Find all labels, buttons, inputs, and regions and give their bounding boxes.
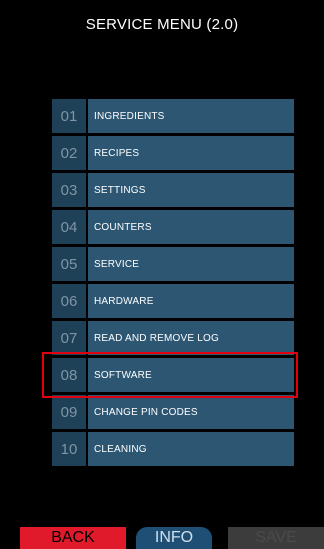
menu-item-label: SOFTWARE: [88, 358, 294, 392]
menu-item-hardware[interactable]: 06 HARDWARE: [52, 284, 294, 318]
menu-item-label: CHANGE PIN CODES: [88, 395, 294, 429]
menu-item-read-and-remove-log[interactable]: 07 READ AND REMOVE LOG: [52, 321, 294, 355]
menu-item-number: 05: [52, 247, 86, 281]
menu-item-number: 09: [52, 395, 86, 429]
menu-item-number: 10: [52, 432, 86, 466]
menu-item-recipes[interactable]: 02 RECIPES: [52, 136, 294, 170]
menu-item-label: CLEANING: [88, 432, 294, 466]
bottom-toolbar: BACK INFO SAVE: [0, 527, 324, 549]
menu-item-counters[interactable]: 04 COUNTERS: [52, 210, 294, 244]
menu-item-label: RECIPES: [88, 136, 294, 170]
save-button[interactable]: SAVE: [228, 527, 324, 549]
menu-item-label: SETTINGS: [88, 173, 294, 207]
menu-item-ingredients[interactable]: 01 INGREDIENTS: [52, 99, 294, 133]
menu-item-label: READ AND REMOVE LOG: [88, 321, 294, 355]
menu-item-number: 07: [52, 321, 86, 355]
menu-item-number: 08: [52, 358, 86, 392]
menu-item-cleaning[interactable]: 10 CLEANING: [52, 432, 294, 466]
menu-item-number: 04: [52, 210, 86, 244]
menu-item-settings[interactable]: 03 SETTINGS: [52, 173, 294, 207]
info-button[interactable]: INFO: [136, 527, 212, 549]
menu-item-number: 02: [52, 136, 86, 170]
menu-item-label: INGREDIENTS: [88, 99, 294, 133]
menu-item-label: COUNTERS: [88, 210, 294, 244]
menu-item-number: 03: [52, 173, 86, 207]
menu-item-label: SERVICE: [88, 247, 294, 281]
menu-item-number: 01: [52, 99, 86, 133]
service-menu-list: 01 INGREDIENTS 02 RECIPES 03 SETTINGS 04…: [52, 99, 294, 469]
menu-item-label: HARDWARE: [88, 284, 294, 318]
menu-item-software[interactable]: 08 SOFTWARE: [52, 358, 294, 392]
back-button[interactable]: BACK: [20, 527, 126, 549]
menu-item-change-pin-codes[interactable]: 09 CHANGE PIN CODES: [52, 395, 294, 429]
menu-item-service[interactable]: 05 SERVICE: [52, 247, 294, 281]
page-title: SERVICE MENU (2.0): [85, 16, 239, 33]
menu-item-number: 06: [52, 284, 86, 318]
